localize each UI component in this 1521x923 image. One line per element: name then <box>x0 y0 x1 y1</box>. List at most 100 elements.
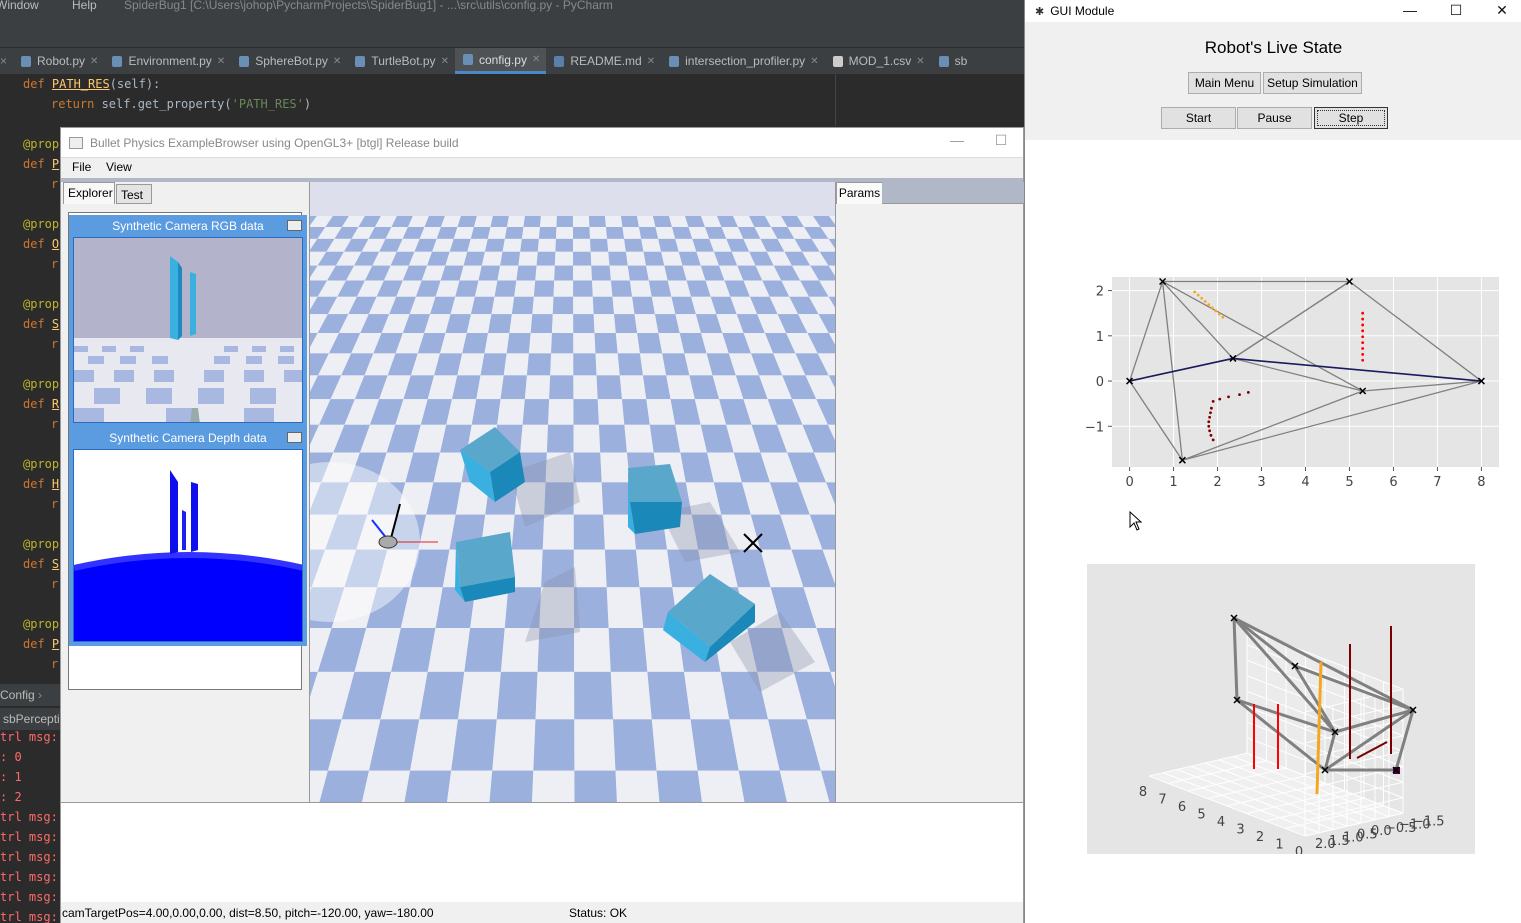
tab-params[interactable]: Params <box>836 182 883 204</box>
console-line: : 1 <box>0 770 22 784</box>
red-trace-point <box>1361 329 1365 333</box>
floor-tile <box>484 333 510 354</box>
floor-tile <box>614 314 638 334</box>
gui-titlebar: ✱ GUI Module — ☐ ✕ <box>1025 0 1521 22</box>
floor-tile <box>622 227 642 239</box>
floor-tile <box>573 424 601 453</box>
menu-help[interactable]: Help <box>72 0 97 12</box>
x-tick-label: 4 <box>1217 815 1225 830</box>
floor-tile <box>647 671 691 720</box>
csv-file-icon <box>832 55 843 67</box>
maximize-icon[interactable]: ☐ <box>979 132 1023 149</box>
floor-tile <box>573 353 597 376</box>
tab-config-py[interactable]: config.py ✕ <box>454 48 547 74</box>
explorer-pane: Explorer Test Synthetic Camera RGB data <box>61 182 310 802</box>
floor-tile <box>591 265 611 281</box>
close-icon[interactable]: ✕ <box>333 56 341 67</box>
close-icon[interactable]: ✕ <box>441 56 449 67</box>
floor-tile <box>658 238 679 252</box>
floor-tile <box>554 251 574 266</box>
floor-tile <box>462 333 489 354</box>
floor-tile <box>506 216 525 227</box>
main-menu-button[interactable]: Main Menu <box>1188 72 1261 94</box>
config-breadcrumb[interactable]: Config › <box>0 684 62 706</box>
code-line: return self.get_property('PATH_RES') <box>51 97 312 111</box>
depth-camera-window[interactable]: Synthetic Camera Depth data <box>69 427 307 646</box>
minimize-icon[interactable]: — <box>1387 0 1433 22</box>
floor-tile <box>502 238 522 252</box>
floor-tile <box>500 251 521 266</box>
rgb-camera-titlebar[interactable]: Synthetic Camera RGB data <box>71 217 305 237</box>
step-button[interactable]: Step <box>1314 107 1388 129</box>
code-line: @prop <box>23 537 60 551</box>
tab-readme-md[interactable]: README.md ✕ <box>546 48 661 74</box>
y-tick-label: 2 <box>1096 285 1104 300</box>
close-icon[interactable]: ✕ <box>647 56 655 67</box>
run-tab[interactable]: sbPercepti <box>0 708 62 730</box>
x-tick-label: 6 <box>1178 800 1186 815</box>
tab-mod-1-csv[interactable]: MOD_1.csv ✕ <box>825 48 931 74</box>
minimize-icon[interactable]: — <box>935 132 979 148</box>
x-tick-label: 3 <box>1236 823 1244 838</box>
close-icon[interactable]: ✕ <box>1479 0 1521 22</box>
ide-window-title: SpiderBug1 [C:\Users\johop\PycharmProjec… <box>124 0 613 12</box>
console-line: trl msg: <box>0 910 58 923</box>
minimize-icon[interactable] <box>287 432 302 443</box>
close-icon[interactable]: ✕ <box>90 56 98 67</box>
close-icon[interactable]: ✕ <box>810 56 818 67</box>
tab-explorer[interactable]: Explorer <box>63 182 115 204</box>
floor-tile <box>654 314 680 334</box>
menu-window[interactable]: Window <box>0 0 39 12</box>
tab-robot-py[interactable]: Robot.py ✕ <box>13 48 104 74</box>
start-button[interactable]: Start <box>1161 107 1236 129</box>
darkred-trace-point <box>1208 415 1212 419</box>
floor-tile <box>642 375 671 400</box>
floor-tile <box>596 375 622 400</box>
floor-tile <box>590 238 609 252</box>
floor-tile <box>574 770 617 802</box>
floor-tile <box>612 296 635 315</box>
darkred-trace-point <box>1207 424 1211 428</box>
floor-tile <box>573 399 599 425</box>
setup-simulation-button[interactable]: Setup Simulation <box>1263 72 1362 94</box>
darkred-trace-point <box>1218 397 1222 401</box>
menu-file[interactable]: File <box>72 160 91 174</box>
close-icon[interactable]: ✕ <box>916 56 924 67</box>
tab-sb[interactable]: sb <box>931 48 974 74</box>
floor-tile <box>457 671 501 720</box>
floor-tile <box>538 227 557 239</box>
floor-tile <box>574 671 614 720</box>
floor-tile <box>617 353 643 376</box>
x-tick-label: 7 <box>1433 475 1441 490</box>
floor-tile <box>480 353 507 376</box>
tab-turtlebot-py[interactable]: TurtleBot.py ✕ <box>347 48 455 74</box>
close-icon[interactable]: ✕ <box>217 56 225 67</box>
tab-test[interactable]: Test <box>116 184 152 204</box>
close-icon[interactable]: ✕ <box>532 54 540 65</box>
map-3d-plot: 0123456782.01.51.00.50.0−0.5−1.0−1.50102… <box>1087 564 1475 860</box>
menu-view[interactable]: View <box>106 160 132 174</box>
app-icon <box>69 136 83 149</box>
tab-scroll-left[interactable]: × <box>0 48 13 74</box>
floor-tile <box>490 216 509 227</box>
rgb-camera-window[interactable]: Synthetic Camera RGB data <box>69 215 307 427</box>
pause-button[interactable]: Pause <box>1237 107 1312 129</box>
console-line: : 2 <box>0 790 22 804</box>
floor-tile <box>637 333 663 354</box>
minimize-icon[interactable] <box>287 220 302 231</box>
tab-environment-py[interactable]: Environment.py ✕ <box>104 48 231 74</box>
depth-camera-titlebar[interactable]: Synthetic Camera Depth data <box>71 429 305 449</box>
console-line: trl msg: <box>0 830 58 844</box>
gui-window-title: GUI Module <box>1050 4 1115 18</box>
floor-tile <box>655 227 676 239</box>
maximize-icon[interactable]: ☐ <box>1433 0 1479 22</box>
floor-tile <box>549 375 574 400</box>
3d-scene-viewport[interactable] <box>310 182 835 802</box>
code-line: def P <box>23 157 60 171</box>
floor-tile <box>494 280 517 297</box>
tab-spherebot-py[interactable]: SphereBot.py ✕ <box>231 48 347 74</box>
floor-tile <box>594 333 618 354</box>
floor-tile <box>533 280 555 297</box>
floor-tile <box>535 671 575 720</box>
tab-intersection-profiler-py[interactable]: intersection_profiler.py ✕ <box>661 48 824 74</box>
